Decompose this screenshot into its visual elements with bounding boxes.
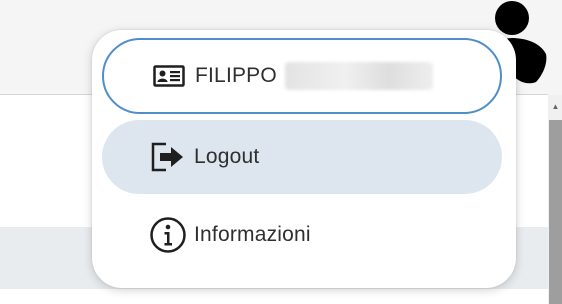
redacted-surname [284, 62, 433, 90]
scroll-up-arrow[interactable]: ▲ [549, 100, 562, 114]
id-card-icon [149, 56, 189, 96]
scrollbar-thumb[interactable] [549, 120, 562, 304]
menu-item-user-label: FILIPPO [195, 64, 277, 87]
menu-item-user-profile[interactable]: FILIPPO [102, 38, 502, 114]
menu-item-logout-label: Logout [194, 145, 260, 168]
menu-item-information[interactable]: Informazioni [102, 198, 502, 272]
info-icon [144, 215, 192, 255]
logout-icon [142, 137, 194, 177]
menu-item-logout[interactable]: Logout [102, 120, 502, 194]
user-dropdown-menu: FILIPPO Logout Informazioni [92, 30, 516, 288]
menu-item-information-label: Informazioni [194, 223, 311, 246]
